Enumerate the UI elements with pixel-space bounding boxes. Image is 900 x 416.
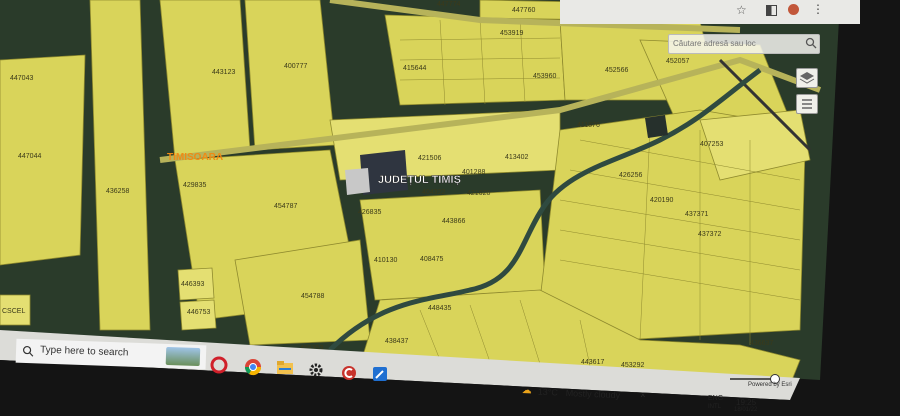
- parcel-400777[interactable]: [244, 0, 336, 151]
- parcel-number-label: 453919: [500, 30, 523, 37]
- parcel-number-label: 447044: [18, 153, 41, 160]
- browser-toolbar: ☆ ⋮: [560, 0, 860, 24]
- zoom-slider[interactable]: [730, 374, 780, 384]
- language-region: INTL: [708, 404, 722, 410]
- file-explorer-icon[interactable]: [276, 360, 298, 382]
- parcel-number-label: 448435: [428, 305, 451, 312]
- parcel-number-label: 407253: [700, 141, 723, 148]
- language-code[interactable]: ENG: [708, 395, 723, 402]
- ccleaner-icon[interactable]: [340, 364, 362, 386]
- photo-editor-icon[interactable]: [372, 366, 394, 388]
- parcel-number-label: 400777: [284, 63, 307, 70]
- parcel-number-label: 426256: [619, 172, 642, 179]
- profile-avatar[interactable]: [788, 4, 799, 15]
- parcel-number-label: 421620: [467, 190, 490, 197]
- parcel-number-label: 437372: [698, 231, 721, 238]
- layers-icon: [799, 72, 815, 84]
- parcel-number-label: 446393: [181, 281, 204, 288]
- parcel-number-label: 447043: [10, 75, 33, 82]
- parcel-number-label: CSCEL: [2, 308, 25, 315]
- star-icon[interactable]: ☆: [736, 3, 747, 17]
- weather-icon: ☁: [521, 385, 532, 397]
- parcel-number-label: 443617: [581, 359, 604, 366]
- parcel-number-label: 436258: [106, 188, 129, 195]
- opera-icon[interactable]: [210, 356, 232, 378]
- menu-dots-icon[interactable]: ⋮: [812, 2, 824, 16]
- parcel-number-label: 447774: [437, 1, 460, 8]
- search-icon[interactable]: [805, 37, 817, 49]
- list-button[interactable]: [796, 94, 818, 114]
- parcel-number-label: 452566: [605, 67, 628, 74]
- parcel-number-label: 452057: [666, 58, 689, 65]
- parcel-410130[interactable]: [359, 189, 546, 301]
- dark-patch: [645, 115, 668, 138]
- split-view-icon[interactable]: [766, 5, 777, 16]
- weather-temperature: 13°C: [537, 386, 559, 398]
- parcel-number-label: 420190: [650, 197, 673, 204]
- parcel-number-label: 443123: [212, 69, 235, 76]
- chrome-icon[interactable]: [244, 358, 266, 380]
- parcel-west[interactable]: [0, 54, 86, 266]
- parcel-number-label: 410130: [374, 257, 397, 264]
- parcel-number-label: 454787: [274, 203, 297, 210]
- parcel-number-label: 413402: [505, 154, 528, 161]
- parcel-number-label: 455353: [300, 345, 323, 352]
- clock-date: 18/01/22: [734, 407, 758, 413]
- photo-of-screen: 447774 447760 423398 453919 452566 45396…: [0, 0, 900, 416]
- parcel-number-label: 437371: [685, 211, 708, 218]
- taskbar-search-placeholder: Type here to search: [39, 344, 129, 359]
- building-roof: [345, 168, 370, 195]
- parcel-number-label: 454788: [301, 293, 324, 300]
- map-search: [668, 34, 820, 54]
- parcel-number-label: 453292: [621, 362, 644, 369]
- parcel-number-label: 446753: [187, 309, 210, 316]
- city-label: TIMISOARA: [167, 152, 223, 163]
- clock-time[interactable]: 19:25: [736, 398, 756, 407]
- parcel-number-label: 447760: [512, 7, 535, 14]
- landscape-icon: [165, 346, 201, 367]
- parcel-number-label: 401288: [462, 169, 485, 176]
- parcel-number-label: 408475: [420, 256, 443, 263]
- county-label: JUDEȚUL TIMIȘ: [378, 174, 461, 186]
- parcel-number-label: 404322: [422, 189, 445, 196]
- map-search-input[interactable]: [669, 35, 805, 51]
- chevron-up-icon[interactable]: ^: [641, 393, 645, 402]
- list-icon: [802, 99, 812, 109]
- parcel-number-label: 453960: [533, 73, 556, 80]
- parcel-number-label: 429835: [183, 182, 206, 189]
- search-icon: [22, 345, 34, 357]
- parcel-number-label: 438437: [385, 338, 408, 345]
- parcel-number-label: 436637: [750, 340, 773, 347]
- parcel-number-label: 411876: [577, 122, 600, 129]
- layers-button[interactable]: [796, 68, 818, 88]
- parcel-strip-1[interactable]: [89, 0, 151, 331]
- map-attribution[interactable]: Powered by Esri: [748, 382, 792, 388]
- settings-icon[interactable]: [308, 362, 330, 384]
- parcel-number-label: 443866: [442, 218, 465, 225]
- parcel-number-label: 426835: [358, 209, 381, 216]
- parcel-number-label: 424399: [672, 373, 695, 380]
- parcel-number-label: 415644: [403, 65, 426, 72]
- parcel-443123[interactable]: [159, 0, 251, 161]
- parcel-number-label: 421506: [418, 155, 441, 162]
